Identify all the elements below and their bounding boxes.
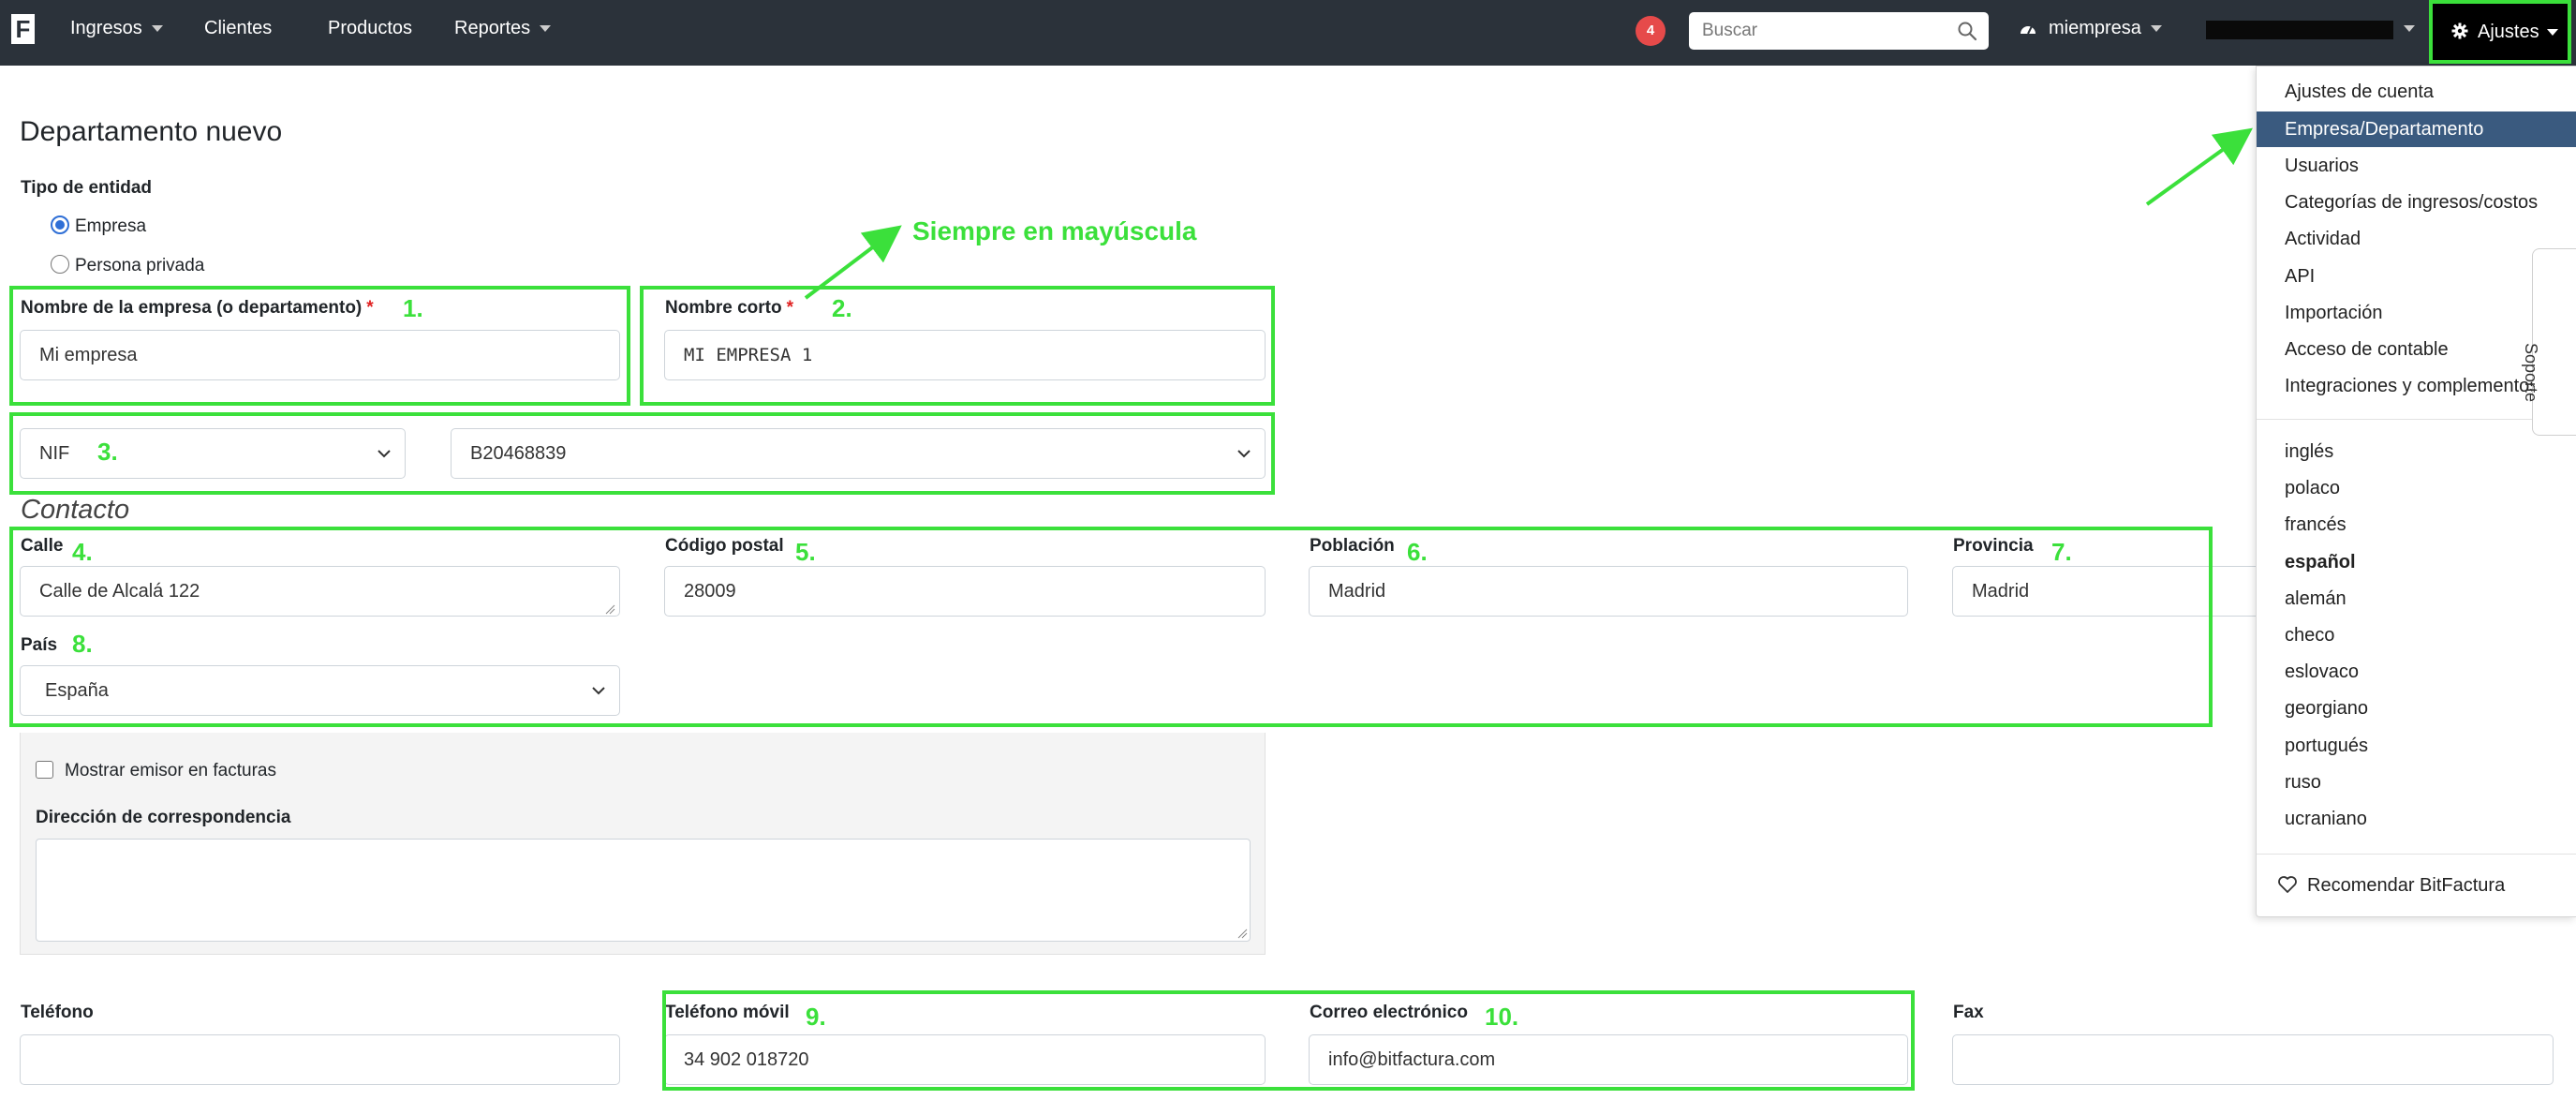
annotation-box-3: [9, 412, 1275, 495]
settings-button[interactable]: Ajustes: [2429, 0, 2571, 64]
language-polaco[interactable]: polaco: [2257, 470, 2576, 506]
page-title: Departamento nuevo: [20, 116, 283, 147]
annotation-number: 3.: [97, 438, 118, 466]
annotation-number: 4.: [72, 538, 93, 566]
mailing-address-textarea[interactable]: [36, 839, 1251, 942]
gear-icon: [2451, 22, 2468, 39]
nav-clientes[interactable]: Clientes: [204, 0, 272, 58]
annotation-number: 7.: [2051, 538, 2072, 566]
menu-item-categorias[interactable]: Categorías de ingresos/costos: [2257, 185, 2576, 220]
app-logo[interactable]: F: [11, 14, 35, 44]
nav-reportes[interactable]: Reportes: [454, 0, 552, 58]
caret-down-icon: [2546, 29, 2558, 37]
menu-item-api[interactable]: API: [2257, 259, 2576, 294]
top-navbar: F Ingresos Clientes Productos Reportes 4…: [0, 0, 2576, 66]
annotation-number: 5.: [795, 538, 816, 566]
search-input[interactable]: [1689, 12, 1951, 50]
annotation-number: 6.: [1407, 538, 1428, 566]
language-ruso[interactable]: ruso: [2257, 765, 2576, 800]
menu-item-actividad[interactable]: Actividad: [2257, 221, 2576, 257]
recommend-button[interactable]: Recomendar BitFactura: [2257, 868, 2576, 903]
language-eslovaco[interactable]: eslovaco: [2257, 654, 2576, 690]
language-georgiano[interactable]: georgiano: [2257, 691, 2576, 726]
language-ingles[interactable]: inglés: [2257, 434, 2576, 469]
annotation-box-2: [640, 286, 1275, 406]
menu-divider: [2257, 419, 2576, 420]
radio-checked-icon[interactable]: [51, 216, 69, 234]
caret-down-icon: [540, 25, 552, 33]
annotation-number: 1.: [403, 294, 423, 322]
language-checo[interactable]: checo: [2257, 617, 2576, 653]
caret-down-icon: [2404, 25, 2415, 32]
fax-input[interactable]: [1952, 1034, 2554, 1085]
checkbox-icon[interactable]: [36, 761, 53, 779]
search-icon[interactable]: [1957, 21, 1977, 41]
language-espanol[interactable]: español: [2257, 544, 2576, 580]
annotation-number: 8.: [72, 630, 93, 658]
company-menu[interactable]: miempresa: [2019, 0, 2162, 58]
annotation-number: 9.: [806, 1003, 826, 1031]
heart-icon: [2278, 876, 2297, 893]
annotation-box-9-10: [662, 990, 1915, 1091]
contact-section-title: Contacto: [21, 495, 130, 525]
radio-persona-privada[interactable]: Persona privada: [51, 255, 204, 276]
support-tab[interactable]: Soporte: [2522, 248, 2576, 436]
language-portugues[interactable]: portugués: [2257, 728, 2576, 764]
arrow-to-menu: [2145, 127, 2253, 206]
resize-handle-icon[interactable]: [1236, 928, 1248, 939]
dashboard-icon: [2021, 25, 2036, 35]
caret-down-icon: [2150, 25, 2162, 33]
language-frances[interactable]: francés: [2257, 507, 2576, 543]
menu-item-empresa-departamento[interactable]: Empresa/Departamento: [2257, 111, 2576, 147]
nav-productos[interactable]: Productos: [328, 0, 412, 58]
settings-dropdown: Ajustes de cuenta Empresa/Departamento U…: [2256, 66, 2576, 917]
language-aleman[interactable]: alemán: [2257, 581, 2576, 617]
phone-label: Teléfono: [21, 1003, 94, 1022]
fax-label: Fax: [1953, 1003, 1984, 1022]
caret-down-icon: [151, 25, 163, 33]
mailing-address-label: Dirección de correspondencia: [36, 808, 291, 827]
entity-type-label: Tipo de entidad: [21, 178, 153, 198]
show-issuer-checkbox[interactable]: Mostrar emisor en facturas: [36, 761, 276, 781]
phone-input[interactable]: [20, 1034, 620, 1085]
notification-badge[interactable]: 4: [1636, 16, 1666, 46]
radio-unchecked-icon[interactable]: [51, 255, 69, 274]
menu-item-ajustes-cuenta[interactable]: Ajustes de cuenta: [2257, 74, 2576, 110]
language-ucraniano[interactable]: ucraniano: [2257, 801, 2576, 837]
annotation-box-4-8: [9, 527, 2213, 727]
menu-divider: [2257, 854, 2576, 855]
search-box: [1689, 12, 1989, 50]
user-menu-redacted[interactable]: [2206, 21, 2393, 39]
nav-ingresos[interactable]: Ingresos: [70, 0, 163, 58]
annotation-uppercase-note: Siempre en mayúscula: [912, 216, 1197, 245]
annotation-box-1: [9, 286, 630, 406]
menu-item-usuarios[interactable]: Usuarios: [2257, 148, 2576, 184]
radio-empresa[interactable]: Empresa: [51, 216, 146, 237]
annotation-number: 10.: [1485, 1003, 1519, 1031]
menu-item-importacion[interactable]: Importación: [2257, 295, 2576, 331]
annotation-number: 2.: [832, 294, 852, 322]
